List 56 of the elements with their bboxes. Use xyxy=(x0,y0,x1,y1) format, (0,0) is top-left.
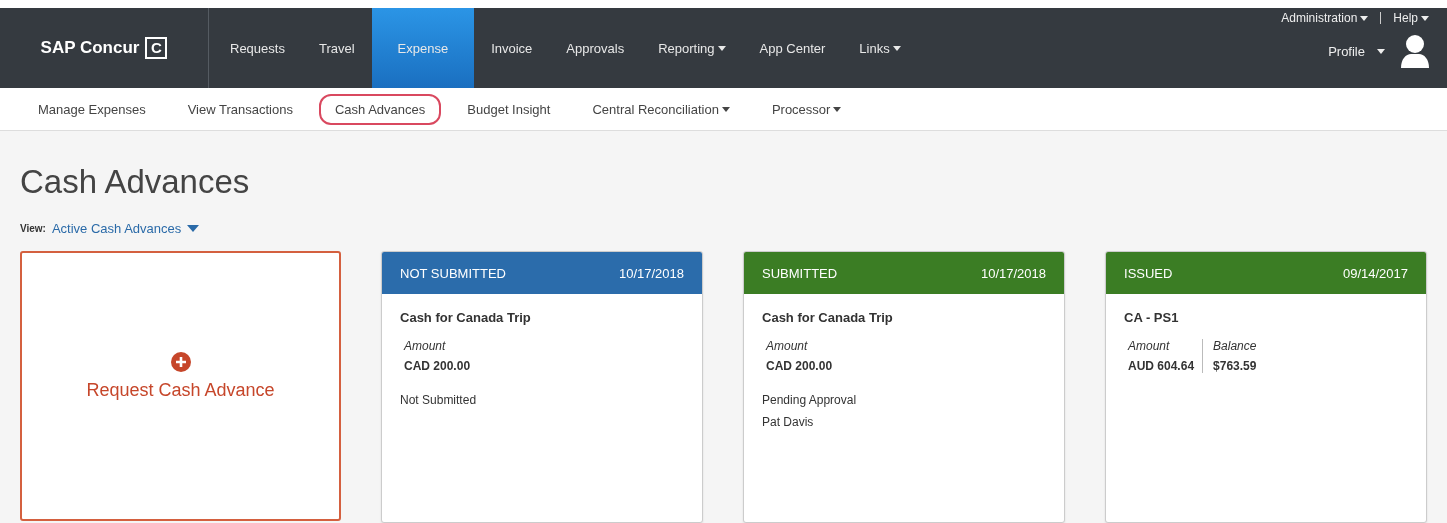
nav-tab[interactable]: App Center xyxy=(742,8,843,88)
brand-name: SAP Concur xyxy=(40,38,140,58)
request-cash-advance-tile[interactable]: Request Cash Advance xyxy=(20,251,341,521)
caret-icon xyxy=(1360,15,1369,21)
card-title: Cash for Canada Trip xyxy=(762,310,894,325)
separator xyxy=(1380,12,1382,24)
nav-tab[interactable]: Reporting xyxy=(641,8,743,88)
caret-icon xyxy=(892,45,901,51)
status-label: ISSUED xyxy=(1124,265,1173,281)
cash-advance-card[interactable]: NOT SUBMITTED 10/17/2018 Cash for Canada Trip Amount CAD 200.00 Not Submitted xyxy=(381,251,703,523)
nav-tab[interactable]: Invoice xyxy=(474,8,550,88)
profile-menu[interactable]: Profile xyxy=(1328,43,1385,59)
field-label: Balance xyxy=(1213,339,1257,353)
status-label: SUBMITTED xyxy=(762,265,838,281)
user-icon[interactable] xyxy=(1401,34,1429,68)
card-date: 10/17/2018 xyxy=(980,265,1046,281)
nav-tab[interactable]: Approvals xyxy=(549,8,642,88)
nav-tab[interactable]: Travel xyxy=(301,8,372,88)
view-label: View: xyxy=(20,223,46,234)
subnav-link[interactable]: Manage Expenses xyxy=(22,93,162,125)
subnav-link[interactable]: View Transactions xyxy=(171,93,309,125)
logo-icon: C xyxy=(145,37,168,59)
field-value: $763.59 xyxy=(1213,359,1257,373)
field-value: CAD 200.00 xyxy=(404,359,471,373)
status-note: Pat Davis xyxy=(762,415,815,429)
add-icon xyxy=(170,351,191,372)
status-label: NOT SUBMITTED xyxy=(400,265,506,281)
subnav-link[interactable]: Processor xyxy=(755,93,858,125)
cash-advance-card[interactable]: SUBMITTED 10/17/2018 Cash for Canada Trip Amount CAD 200.00 Pending Approval Pat Davis xyxy=(743,251,1065,523)
caret-icon xyxy=(717,45,726,51)
card-date: 10/17/2018 xyxy=(618,265,684,281)
status-note: Pending Approval xyxy=(762,393,858,407)
nav-tab[interactable]: Links xyxy=(842,8,918,88)
field-value: AUD 604.64 xyxy=(1128,359,1195,373)
menu-link[interactable]: Help xyxy=(1393,11,1429,25)
caret-icon xyxy=(721,106,730,112)
subnav-link[interactable]: Budget Insight xyxy=(451,93,567,125)
status-note: Not Submitted xyxy=(400,393,478,407)
view-dropdown[interactable]: Active Cash Advances xyxy=(51,221,200,236)
caret-icon xyxy=(1421,15,1429,21)
subnav-link[interactable]: Cash Advances xyxy=(318,93,442,125)
field-label: Amount xyxy=(766,339,809,353)
caret-icon xyxy=(187,225,200,232)
field-value: CAD 200.00 xyxy=(766,359,833,373)
field-label: Amount xyxy=(404,339,447,353)
card-title: CA - PS1 xyxy=(1124,310,1180,325)
caret-icon xyxy=(833,106,842,112)
nav-tab[interactable]: Requests xyxy=(213,8,302,88)
card-date: 09/14/2017 xyxy=(1342,265,1408,281)
subnav-link[interactable]: Central Reconciliation xyxy=(576,93,746,125)
page-title: Cash Advances xyxy=(20,163,251,201)
card-title: Cash for Canada Trip xyxy=(400,310,532,325)
field-label: Amount xyxy=(1128,339,1171,353)
caret-icon xyxy=(1377,48,1385,54)
menu-link[interactable]: Administration xyxy=(1281,11,1369,25)
cash-advance-card[interactable]: ISSUED 09/14/2017 CA - PS1 Amount AUD 604.64 Balance $763.59 xyxy=(1105,251,1427,523)
